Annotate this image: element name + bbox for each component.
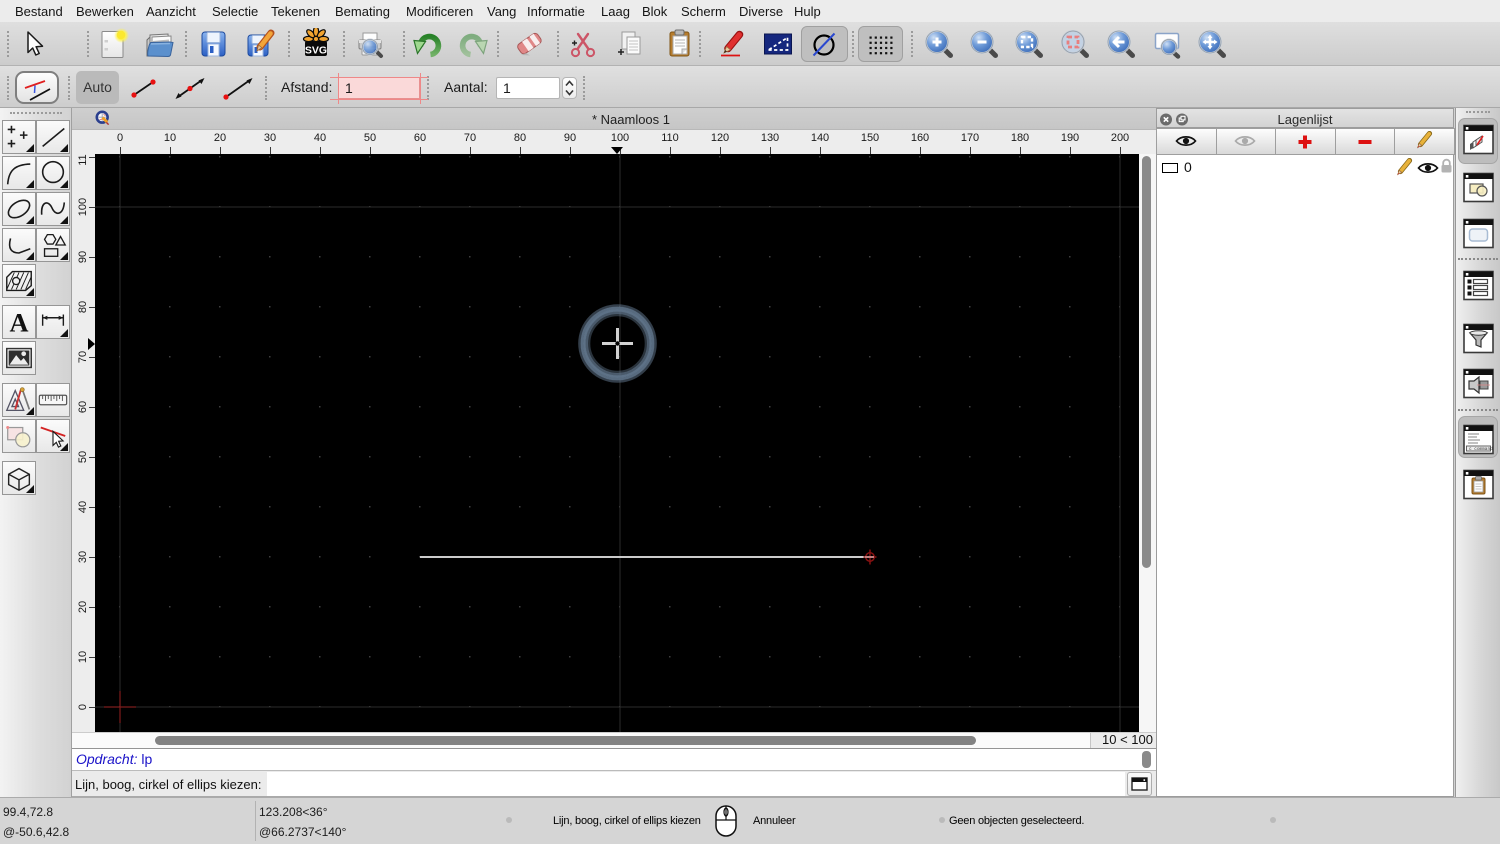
svg-text:A: A: [9, 308, 28, 337]
svg-text:c command: c command: [1469, 447, 1493, 452]
svg-text:SVG: SVG: [305, 45, 327, 57]
